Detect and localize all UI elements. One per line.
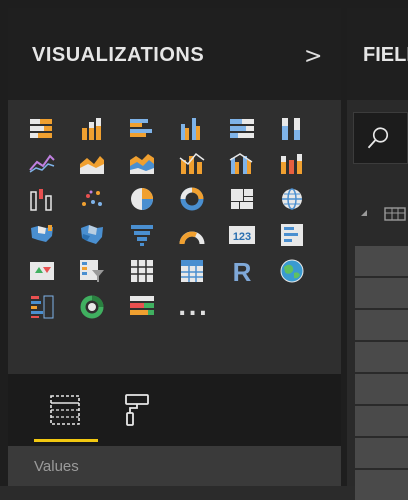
- table-icon[interactable]: [128, 258, 156, 284]
- map-icon[interactable]: [278, 186, 306, 212]
- area-chart-icon[interactable]: [78, 150, 106, 176]
- scatter-chart-icon[interactable]: [78, 186, 106, 212]
- custom-visual-donut-icon[interactable]: [78, 294, 106, 320]
- matrix-icon[interactable]: [178, 258, 206, 284]
- field-item[interactable]: [355, 470, 408, 500]
- field-item[interactable]: [355, 246, 408, 276]
- field-item[interactable]: [355, 406, 408, 436]
- custom-visual-bars-icon[interactable]: [128, 294, 156, 320]
- field-item[interactable]: [355, 374, 408, 404]
- pie-chart-icon[interactable]: [128, 186, 156, 212]
- waterfall-chart-icon[interactable]: [28, 186, 56, 212]
- visualizations-pane: VISUALIZATIONS > 123 R ... Values: [8, 8, 341, 486]
- 100-stacked-column-chart-icon[interactable]: [278, 116, 306, 142]
- format-tab[interactable]: [120, 392, 154, 428]
- fields-tab[interactable]: [48, 392, 82, 428]
- 100-stacked-bar-chart-icon[interactable]: [228, 116, 256, 142]
- funnel-icon[interactable]: [128, 222, 156, 248]
- search-icon: [367, 127, 389, 149]
- fields-title: FIELDS: [363, 44, 408, 66]
- line-chart-icon[interactable]: [28, 150, 56, 176]
- slicer-icon[interactable]: [78, 258, 106, 284]
- table-tree-node[interactable]: [361, 206, 408, 222]
- selected-tab-indicator: [34, 439, 98, 442]
- clustered-bar-chart-icon[interactable]: [128, 116, 156, 142]
- filled-map-icon[interactable]: [28, 222, 56, 248]
- kpi-icon[interactable]: [28, 258, 56, 284]
- values-section-label: Values: [34, 458, 79, 475]
- values-section: Values: [8, 446, 341, 486]
- field-item[interactable]: [355, 278, 408, 308]
- visualizations-header: VISUALIZATIONS >: [8, 8, 341, 100]
- clustered-column-chart-icon[interactable]: [178, 116, 206, 142]
- treemap-icon[interactable]: [228, 186, 256, 212]
- stacked-area-chart-icon[interactable]: [128, 150, 156, 176]
- shape-map-icon[interactable]: [78, 222, 106, 248]
- more-visuals-button[interactable]: ...: [178, 298, 209, 320]
- stacked-bar-chart-icon[interactable]: [28, 116, 56, 142]
- ribbon-chart-icon[interactable]: [278, 150, 306, 176]
- arcgis-map-icon[interactable]: [278, 258, 306, 284]
- multi-row-card-icon[interactable]: [278, 222, 306, 248]
- visualizations-title: VISUALIZATIONS: [32, 44, 205, 66]
- fields-header: FIELDS: [347, 8, 408, 100]
- gauge-icon[interactable]: [178, 222, 206, 248]
- card-value-text: 123: [233, 231, 251, 243]
- field-item[interactable]: [355, 438, 408, 468]
- fields-pane: FIELDS: [347, 8, 408, 500]
- paint-roller-icon: [125, 394, 149, 426]
- pane-tabs: [8, 374, 341, 446]
- line-and-stacked-column-chart-icon[interactable]: [178, 150, 206, 176]
- collapse-pane-button[interactable]: >: [304, 44, 322, 69]
- fields-search-input[interactable]: [353, 112, 408, 164]
- donut-chart-icon[interactable]: [178, 186, 206, 212]
- custom-visual-list-icon[interactable]: [28, 294, 56, 320]
- line-and-clustered-column-chart-icon[interactable]: [228, 150, 256, 176]
- field-item[interactable]: [355, 342, 408, 372]
- fields-grid-icon: [50, 395, 80, 425]
- r-script-visual-icon[interactable]: R: [228, 258, 256, 284]
- r-visual-letter: R: [233, 258, 252, 284]
- field-item[interactable]: [355, 310, 408, 340]
- card-icon[interactable]: 123: [228, 222, 256, 248]
- table-node-icon: [361, 207, 406, 221]
- stacked-column-chart-icon[interactable]: [78, 116, 106, 142]
